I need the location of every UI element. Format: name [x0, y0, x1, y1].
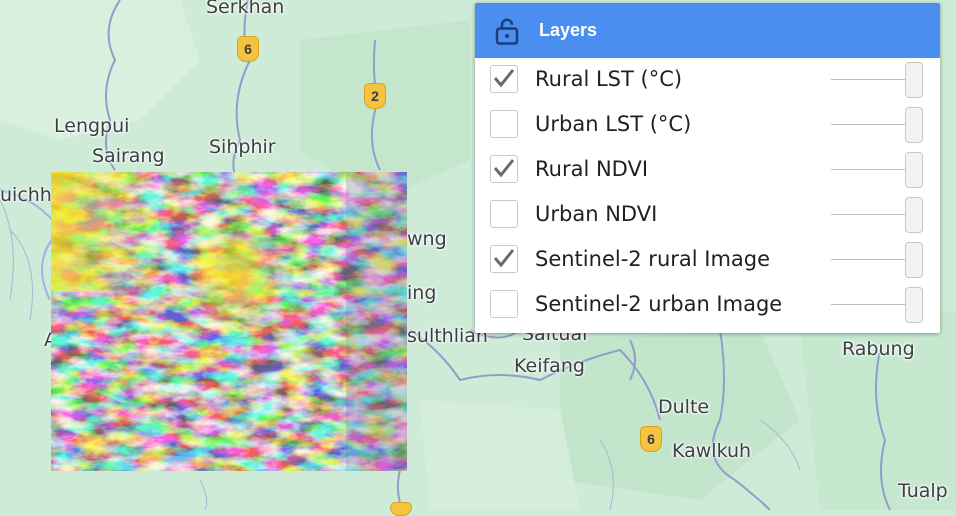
- layer-label-urban-ndvi: Urban NDVI: [535, 202, 658, 226]
- opacity-slider-track[interactable]: [831, 304, 911, 305]
- layer-checkbox-sentinel-2-rural-image[interactable]: [490, 245, 518, 273]
- layer-label-urban-lst: Urban LST (°C): [535, 112, 692, 136]
- layers-panel: Layers Rural LST (°C) Urban LST (°C) Rur…: [475, 3, 940, 333]
- ndvi-raster-overlay: [51, 172, 407, 471]
- route-shield-2: 2: [364, 83, 386, 109]
- opacity-slider-track[interactable]: [831, 169, 911, 170]
- layer-checkbox-rural-lst[interactable]: [490, 65, 518, 93]
- layer-checkbox-sentinel-2-urban-image[interactable]: [490, 290, 518, 318]
- place-label-kawlkuh: Kawlkuh: [672, 440, 752, 462]
- opacity-slider-thumb[interactable]: [905, 152, 923, 188]
- layer-row-urban-lst: Urban LST (°C): [475, 103, 940, 148]
- lock-open-icon[interactable]: [492, 16, 522, 46]
- opacity-slider-thumb[interactable]: [905, 197, 923, 233]
- layer-label-rural-lst: Rural LST (°C): [535, 67, 683, 91]
- opacity-slider-thumb[interactable]: [905, 107, 923, 143]
- layer-row-rural-ndvi: Rural NDVI: [475, 148, 940, 193]
- checkmark-icon: [493, 159, 515, 178]
- place-label-ing: ing: [407, 282, 437, 304]
- layer-label-sentinel-2-urban-image: Sentinel-2 urban Image: [535, 292, 783, 316]
- opacity-slider-track[interactable]: [831, 79, 911, 80]
- layer-row-sentinel-2-rural-image: Sentinel-2 rural Image: [475, 238, 940, 283]
- opacity-slider-thumb[interactable]: [905, 62, 923, 98]
- layer-label-sentinel-2-rural-image: Sentinel-2 rural Image: [535, 247, 771, 271]
- place-label-rabung: Rabung: [842, 338, 915, 360]
- opacity-slider-thumb[interactable]: [905, 287, 923, 323]
- layers-panel-title: Layers: [539, 20, 598, 40]
- opacity-slider-track[interactable]: [831, 214, 911, 215]
- layer-label-rural-ndvi: Rural NDVI: [535, 157, 649, 181]
- place-label-serkhan: Serkhan: [206, 0, 285, 18]
- route-shield: [390, 502, 412, 516]
- place-label-wng: wng: [407, 228, 447, 250]
- place-label-uichh: uichh: [0, 184, 52, 206]
- layer-row-sentinel-2-urban-image: Sentinel-2 urban Image: [475, 283, 940, 328]
- place-label-lengpui: Lengpui: [54, 115, 130, 137]
- layers-panel-header: Layers: [475, 3, 940, 58]
- layer-row-urban-ndvi: Urban NDVI: [475, 193, 940, 238]
- route-shield-6: 6: [640, 426, 662, 452]
- place-label-tualp: Tualp: [898, 480, 948, 502]
- checkmark-icon: [493, 69, 515, 88]
- route-shield-6: 6: [237, 36, 259, 62]
- checkmark-icon: [493, 249, 515, 268]
- opacity-slider-track[interactable]: [831, 124, 911, 125]
- opacity-slider-track[interactable]: [831, 259, 911, 260]
- place-label-dulte: Dulte: [658, 396, 710, 418]
- place-label-keifang: Keifang: [514, 355, 585, 377]
- layer-checkbox-rural-ndvi[interactable]: [490, 155, 518, 183]
- layer-checkbox-urban-lst[interactable]: [490, 110, 518, 138]
- layer-row-rural-lst: Rural LST (°C): [475, 58, 940, 103]
- layer-checkbox-urban-ndvi[interactable]: [490, 200, 518, 228]
- place-label-sihphir: Sihphir: [209, 136, 276, 158]
- opacity-slider-thumb[interactable]: [905, 242, 923, 278]
- place-label-sairang: Sairang: [92, 145, 165, 167]
